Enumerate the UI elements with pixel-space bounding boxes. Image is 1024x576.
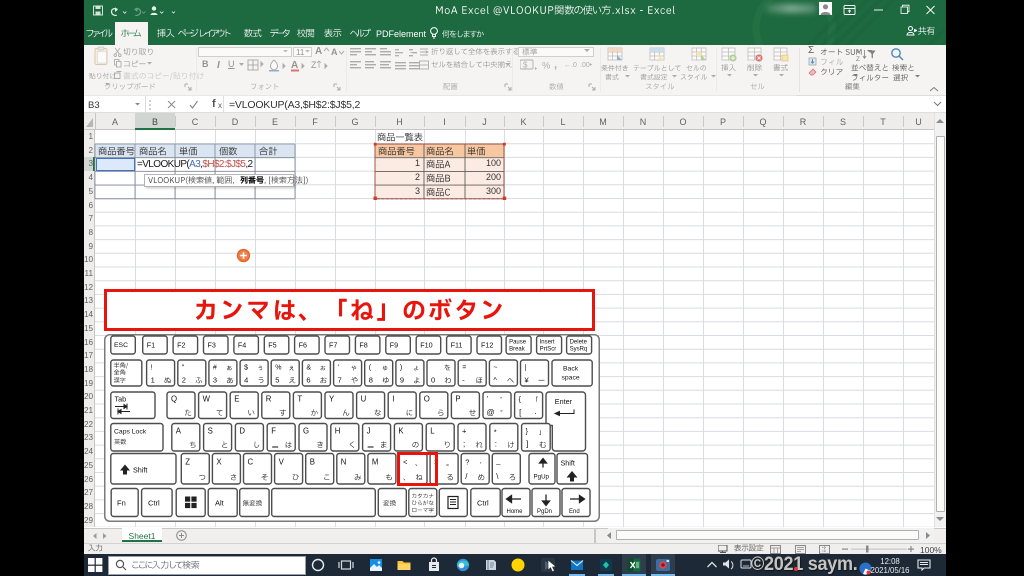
svg-text:&: &: [306, 364, 311, 371]
svg-text:O: O: [424, 394, 430, 403]
svg-text:PrtScr: PrtScr: [540, 346, 557, 352]
svg-text:]: ]: [526, 439, 528, 448]
svg-text:': ': [338, 364, 339, 371]
svg-text:5: 5: [275, 375, 279, 384]
svg-text:Shift: Shift: [133, 465, 147, 474]
svg-text:F6: F6: [299, 340, 307, 349]
svg-text:D: D: [239, 426, 245, 435]
svg-text:Pause: Pause: [509, 339, 527, 345]
svg-text:ESC: ESC: [114, 342, 128, 349]
svg-text:K: K: [398, 426, 404, 435]
svg-text:Alt: Alt: [215, 498, 225, 507]
svg-text:Home: Home: [507, 509, 524, 515]
svg-text:F2: F2: [177, 340, 185, 349]
svg-text:B: B: [310, 457, 315, 466]
svg-text:F3: F3: [208, 340, 216, 349]
svg-text:F4: F4: [238, 340, 246, 349]
svg-text:F12: F12: [481, 340, 493, 349]
svg-text:F1: F1: [147, 340, 155, 349]
svg-text:F5: F5: [268, 340, 276, 349]
svg-text:): ): [400, 364, 402, 371]
svg-text:;: ;: [463, 439, 465, 448]
svg-text:End: End: [569, 509, 580, 515]
svg-text:SysRq: SysRq: [570, 346, 588, 352]
svg-text:3: 3: [213, 375, 217, 384]
svg-text:!: !: [151, 364, 153, 371]
svg-text:Shift: Shift: [561, 458, 575, 467]
svg-text:': ': [487, 396, 488, 403]
svg-text:1: 1: [151, 375, 155, 384]
svg-text:F7: F7: [329, 340, 337, 349]
svg-text:Insert: Insert: [540, 339, 555, 345]
svg-text:~: ~: [493, 364, 497, 371]
svg-text:9: 9: [400, 375, 404, 384]
svg-text:N: N: [341, 457, 347, 466]
svg-text:F8: F8: [359, 340, 367, 349]
svg-text:%: %: [275, 364, 281, 371]
svg-text:=: =: [462, 364, 466, 371]
svg-text:Q: Q: [171, 394, 177, 403]
svg-text:7: 7: [338, 375, 342, 384]
svg-text:space: space: [562, 374, 580, 381]
svg-text:P: P: [455, 394, 460, 403]
svg-text:W: W: [203, 394, 211, 403]
svg-text:PgUp: PgUp: [534, 473, 550, 480]
svg-text:Back: Back: [563, 365, 579, 372]
svg-text:S: S: [208, 426, 213, 435]
svg-text:^: ^: [493, 375, 497, 384]
svg-text:Caps Lock: Caps Lock: [114, 428, 147, 435]
svg-text:Z: Z: [185, 457, 190, 466]
svg-text:L: L: [430, 426, 435, 435]
svg-text:@: @: [487, 408, 495, 417]
svg-text:|: |: [525, 364, 527, 371]
svg-text:Ctrl: Ctrl: [148, 498, 160, 507]
svg-text:Y: Y: [329, 394, 335, 403]
svg-text:X: X: [216, 457, 222, 466]
svg-text:H: H: [335, 426, 341, 435]
svg-text:4: 4: [244, 375, 248, 384]
svg-text:C: C: [248, 457, 254, 466]
svg-text:Break: Break: [509, 346, 526, 352]
svg-text:E: E: [234, 394, 239, 403]
svg-text:M: M: [372, 457, 379, 466]
svg-text:F10: F10: [420, 340, 432, 349]
svg-text:A: A: [176, 426, 182, 435]
svg-text:U: U: [361, 394, 367, 403]
svg-text:V: V: [279, 457, 285, 466]
svg-text:#: #: [213, 364, 217, 371]
svg-text:*: *: [494, 427, 497, 436]
svg-text:Tab: Tab: [115, 394, 127, 403]
svg-text:F: F: [271, 426, 276, 435]
svg-text:Delete: Delete: [570, 339, 588, 345]
svg-text::: :: [495, 439, 497, 448]
svg-text:8: 8: [369, 375, 373, 384]
svg-text:G: G: [303, 426, 309, 435]
svg-text:F9: F9: [390, 340, 398, 349]
svg-text:R: R: [266, 394, 272, 403]
svg-text:Enter: Enter: [555, 397, 573, 406]
svg-text:+: +: [462, 426, 467, 435]
svg-text:Ctrl: Ctrl: [477, 498, 489, 507]
svg-text:T: T: [297, 394, 302, 403]
svg-text:6: 6: [306, 375, 310, 384]
svg-text:_: _: [495, 456, 501, 465]
svg-text:Fn: Fn: [117, 498, 126, 507]
svg-text:?: ?: [465, 457, 469, 466]
svg-text:I: I: [392, 394, 394, 403]
svg-text:J: J: [367, 426, 371, 435]
svg-text:0: 0: [431, 375, 435, 384]
svg-text:2: 2: [182, 375, 186, 384]
svg-text:PgDn: PgDn: [537, 509, 552, 515]
svg-text:F11: F11: [451, 340, 463, 349]
svg-text:$: $: [244, 364, 248, 371]
